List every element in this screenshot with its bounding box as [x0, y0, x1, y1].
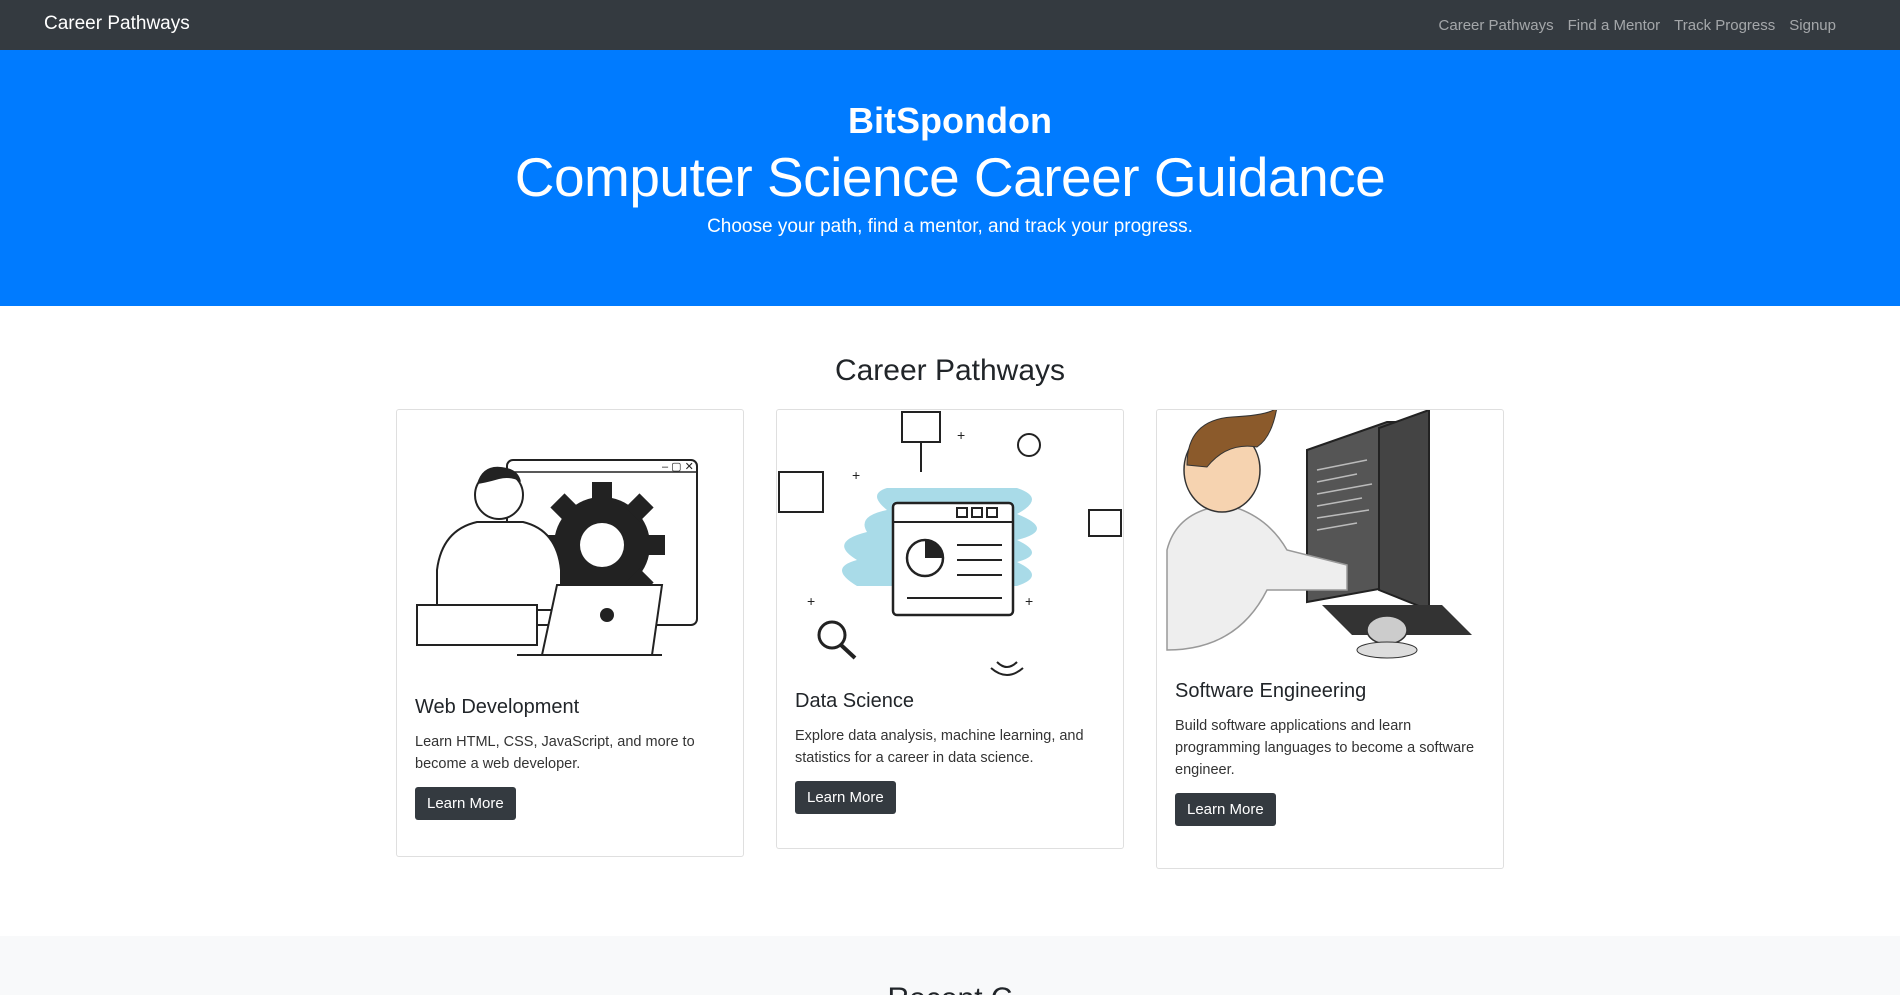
card-text: Explore data analysis, machine learning,…: [795, 728, 1084, 766]
card-body: Web Development Learn HTML, CSS, JavaScr…: [397, 680, 743, 840]
svg-text:+: +: [957, 427, 965, 443]
hero-subtitle: Choose your path, find a mentor, and tra…: [707, 216, 1193, 237]
svg-text:+: +: [852, 467, 860, 483]
data-dashboard-illustration: + + + +: [778, 411, 1122, 676]
nav-link-signup[interactable]: Signup: [1789, 17, 1836, 34]
card-text: Build software applications and learn pr…: [1175, 718, 1475, 778]
recent-section-title: Recent C: [0, 982, 1900, 995]
card-data-science: + + + + Data Science Explore data analys…: [776, 409, 1124, 849]
card-web-development: – ▢ ✕ Web Development Learn HTML, CSS, J…: [396, 409, 744, 857]
programmer-monitors-illustration: [1166, 410, 1472, 659]
card-text: Learn HTML, CSS, JavaScript, and more to…: [415, 734, 695, 772]
hero-brand: BitSpondon: [848, 100, 1052, 141]
card-software-engineering: Software Engineering Build software appl…: [1156, 409, 1504, 869]
nav-link-career-pathways[interactable]: Career Pathways: [1439, 17, 1554, 34]
svg-text:– ▢ ✕: – ▢ ✕: [662, 461, 694, 473]
section-title: Career Pathways: [834, 354, 1066, 387]
learn-more-button[interactable]: Learn More: [1175, 793, 1276, 826]
hero-banner: BitSpondon Computer Science Career Guida…: [0, 50, 1900, 306]
nav-link-find-mentor[interactable]: Find a Mentor: [1568, 17, 1661, 34]
recent-section-band: Recent C: [0, 936, 1900, 995]
learn-more-button[interactable]: Learn More: [415, 787, 516, 820]
hero-title: Computer Science Career Guidance: [514, 146, 1386, 208]
learn-more-button[interactable]: Learn More: [795, 781, 896, 814]
developer-laptop-gear-illustration: – ▢ ✕: [416, 459, 698, 656]
svg-text:+: +: [807, 593, 815, 609]
card-body: Data Science Explore data analysis, mach…: [777, 682, 1123, 834]
svg-text:+: +: [1025, 593, 1033, 609]
navbar-brand[interactable]: Career Pathways: [44, 0, 190, 50]
card-title: Data Science: [795, 690, 914, 712]
nav-link-track-progress[interactable]: Track Progress: [1674, 17, 1775, 34]
card-title: Web Development: [415, 696, 580, 718]
nav-links: Career Pathways Find a Mentor Track Prog…: [1425, 0, 1836, 50]
card-title: Software Engineering: [1175, 680, 1367, 702]
card-body: Software Engineering Build software appl…: [1157, 672, 1503, 846]
navbar: Career Pathways Career Pathways Find a M…: [0, 0, 1900, 50]
